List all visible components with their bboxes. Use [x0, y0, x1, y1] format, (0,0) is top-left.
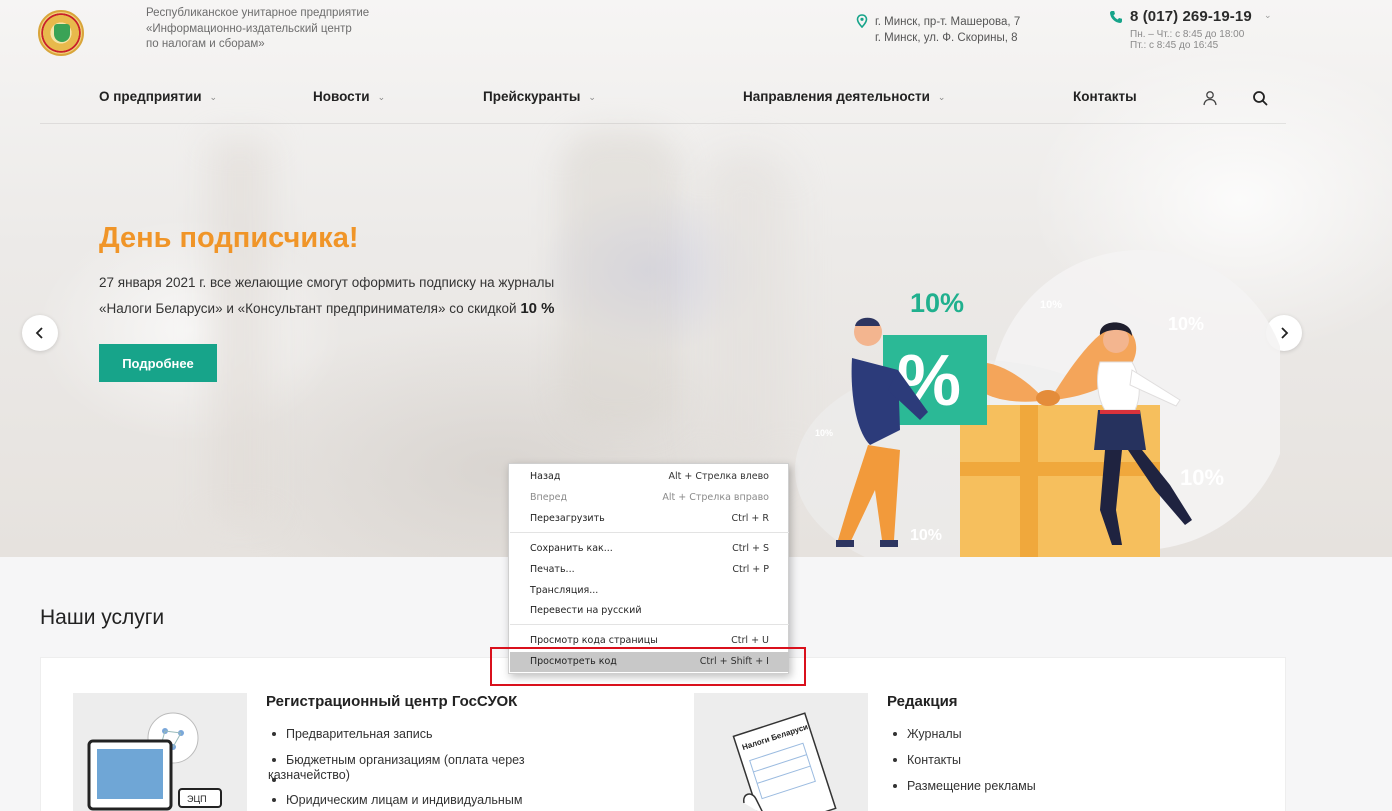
menu-item-label: Трансляция... [530, 585, 599, 596]
service-link[interactable]: Размещение рекламы [887, 773, 1187, 799]
menu-item-label: Перевести на русский [530, 605, 642, 616]
service-links-gossuok: Предварительная запись Бюджетным организ… [266, 721, 586, 811]
menu-separator [510, 624, 789, 625]
menu-item-shortcut: Ctrl + P [732, 564, 769, 575]
nav-item-activities[interactable]: Направления деятельности ⌄ [743, 89, 945, 104]
menu-item-shortcut: Ctrl + S [732, 543, 769, 554]
address-line: г. Минск, ул. Ф. Скорины, 8 [875, 32, 1018, 44]
carousel-prev-button[interactable] [22, 315, 58, 351]
working-hours: Пн. – Чт.: с 8:45 до 18:00 Пт.: с 8:45 д… [1130, 29, 1245, 51]
discount-gift-illustration: 10% 10% 10% 10% 10% 10% % [795, 250, 1280, 557]
illus-discount-label: 10% [1168, 314, 1204, 334]
phone-number[interactable]: 8 (017) 269-19-19 [1130, 8, 1252, 25]
services-title: Наши услуги [40, 606, 165, 629]
menu-item-shortcut: Ctrl + U [731, 635, 769, 646]
menu-item-cast[interactable]: Трансляция... [510, 581, 789, 601]
chevron-down-icon: ⌄ [937, 92, 946, 102]
menu-item-translate[interactable]: Перевести на русский [510, 601, 789, 621]
menu-item-forward[interactable]: Вперед Alt + Стрелка вправо [510, 488, 789, 508]
nav-item-prices[interactable]: Прейскуранты ⌄ [483, 89, 596, 104]
hours-line: Пт.: с 8:45 до 16:45 [1130, 39, 1219, 51]
org-name-line: «Информационно-издательский центр [146, 22, 352, 35]
banner-text-line: «Налоги Беларуси» и «Консультант предпри… [99, 296, 599, 322]
location-pin-icon [856, 14, 868, 28]
menu-item-save-as[interactable]: Сохранить как... Ctrl + S [510, 539, 789, 559]
address-block: г. Минск, пр-т. Машерова, 7 г. Минск, ул… [875, 14, 1020, 46]
banner-text-line: 27 января 2021 г. все желающие смогут оф… [99, 275, 555, 290]
chevron-down-icon: ⌄ [588, 92, 596, 102]
more-button[interactable]: Подробнее [99, 344, 217, 382]
nav-item-news[interactable]: Новости ⌄ [313, 89, 385, 104]
chevron-down-icon: ⌄ [209, 92, 218, 102]
service-link[interactable]: Журналы [887, 721, 1187, 747]
menu-separator [510, 532, 789, 533]
service-link-continuation[interactable]: казначейство) [266, 767, 586, 783]
chevron-left-icon [35, 327, 43, 339]
logo-emblem [54, 24, 70, 42]
illus-discount-label: 10% [910, 527, 942, 544]
nav-item-contacts[interactable]: Контакты [1073, 89, 1137, 104]
nav-label: О предприятии [99, 89, 202, 104]
nav-divider [40, 123, 1286, 124]
menu-item-label: Просмотр кода страницы [530, 635, 658, 646]
nav-label: Новости [313, 89, 370, 104]
menu-item-label: Перезагрузить [530, 513, 605, 524]
address-line: г. Минск, пр-т. Машерова, 7 [875, 16, 1021, 28]
menu-item-label: Вперед [530, 492, 568, 503]
illus-discount-label: 10% [910, 288, 964, 318]
user-icon[interactable] [1202, 90, 1218, 106]
search-icon[interactable] [1252, 90, 1268, 106]
menu-item-print[interactable]: Печать... Ctrl + P [510, 560, 789, 580]
menu-item-shortcut: Alt + Стрелка вправо [662, 492, 769, 503]
menu-item-label: Назад [530, 471, 561, 482]
menu-item-shortcut: Alt + Стрелка влево [668, 471, 769, 482]
service-link[interactable]: Юридическим лицам и индивидуальным [266, 787, 586, 811]
background-blur [210, 140, 270, 520]
menu-item-label: Печать... [530, 564, 575, 575]
ecp-tag: ЭЦП [187, 794, 207, 804]
nav-label: Направления деятельности [743, 89, 930, 104]
main-nav: О предприятии ⌄ Новости ⌄ Прейскуранты ⌄ На… [0, 89, 1392, 109]
service-link[interactable]: Контакты [887, 747, 1187, 773]
editorial-illustration: Налоги Беларуси [694, 693, 868, 811]
illus-discount-label: 10% [1040, 299, 1062, 311]
nav-label: Контакты [1073, 89, 1137, 104]
banner-text: 27 января 2021 г. все желающие смогут оф… [99, 270, 599, 322]
chevron-down-icon[interactable]: ⌄ [1264, 10, 1272, 21]
illus-percent-sign: % [897, 341, 961, 421]
org-name-line: по налогам и сборам» [146, 38, 265, 50]
hours-line: Пн. – Чт.: с 8:45 до 18:00 [1130, 29, 1245, 40]
illus-discount-label: 10% [815, 428, 833, 438]
service-link[interactable]: Предварительная запись [266, 721, 586, 747]
highlight-annotation-box [490, 647, 806, 686]
org-name-line: Республиканское унитарное предприятие [146, 7, 370, 19]
menu-item-back[interactable]: Назад Alt + Стрелка влево [510, 467, 789, 487]
document-icon: Налоги Беларуси [732, 712, 837, 811]
banner-text-segment: «Налоги Беларуси» и «Консультант предпри… [99, 301, 521, 316]
phone-icon [1110, 11, 1122, 23]
chevron-down-icon: ⌄ [377, 92, 386, 102]
browser-context-menu: Назад Alt + Стрелка влево Вперед Alt + Стр… [508, 463, 789, 674]
menu-item-reload[interactable]: Перезагрузить Ctrl + R [510, 509, 789, 529]
nav-item-about[interactable]: О предприятии ⌄ [99, 89, 217, 104]
service-title-editorial[interactable]: Редакция [887, 693, 958, 710]
gossuok-illustration: ЭЦП [73, 693, 247, 811]
discount-value: 10 % [520, 300, 555, 317]
computer-icon: ЭЦП [87, 712, 222, 811]
banner-title: День подписчика! [99, 222, 359, 254]
company-logo[interactable] [38, 10, 84, 56]
illus-discount-label: 10% [1180, 465, 1224, 490]
service-links-editorial: Журналы Контакты Размещение рекламы [887, 721, 1187, 799]
service-title-gossuok[interactable]: Регистрационный центр ГосСУОК [266, 693, 517, 710]
menu-item-label: Сохранить как... [530, 543, 613, 554]
organization-name: Республиканское унитарное предприятие «И… [146, 6, 406, 53]
nav-label: Прейскуранты [483, 89, 581, 104]
menu-item-shortcut: Ctrl + R [731, 513, 769, 524]
